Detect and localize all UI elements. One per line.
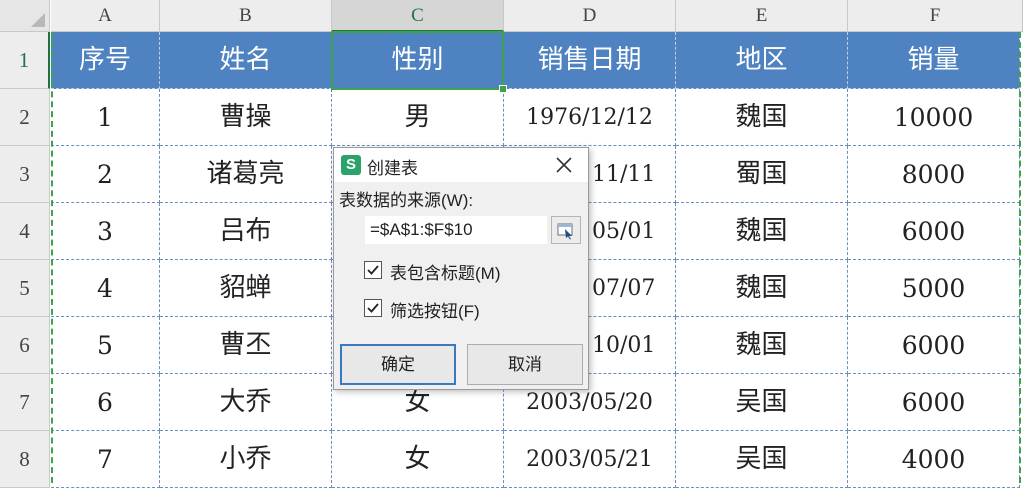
table-header-cell[interactable]: 姓名 [160,32,332,89]
range-picker-button[interactable] [551,216,581,244]
ok-button[interactable]: 确定 [340,344,456,385]
table-cell[interactable]: 女 [332,431,504,488]
table-cell[interactable]: 男 [332,89,504,146]
table-cell[interactable]: 10000 [848,89,1020,146]
table-cell[interactable]: 诸葛亮 [160,146,332,203]
table-cell[interactable]: 6000 [848,203,1020,260]
checkmark-icon [367,303,379,313]
row-header-3[interactable]: 3 [0,146,50,203]
column-header-c[interactable]: C [332,0,504,32]
cancel-button[interactable]: 取消 [467,344,583,385]
select-all-corner[interactable] [0,0,50,32]
header-row-checkbox[interactable] [364,261,382,279]
table-cell[interactable]: 5 [51,317,160,374]
table-cell[interactable]: 8000 [848,146,1020,203]
copy-marquee-left [51,32,53,483]
range-picker-icon [557,223,573,240]
column-header-f[interactable]: F [848,0,1023,32]
table-cell[interactable]: 6000 [848,317,1020,374]
table-cell[interactable]: 蜀国 [676,146,848,203]
row-header-2[interactable]: 2 [0,89,50,146]
table-cell[interactable]: 吴国 [676,431,848,488]
table-cell[interactable]: 1 [51,89,160,146]
row-header-8[interactable]: 8 [0,431,50,488]
row-header-7[interactable]: 7 [0,374,50,431]
checkmark-icon [367,265,379,275]
create-table-dialog: S 创建表 表数据的来源(W): =$A$1:$F$10 表包含标题(M) 筛选… [333,147,589,390]
table-cell[interactable]: 魏国 [676,89,848,146]
table-cell[interactable]: 3 [51,203,160,260]
table-cell[interactable]: 曹操 [160,89,332,146]
row-header-5[interactable]: 5 [0,260,50,317]
row-header-6[interactable]: 6 [0,317,50,374]
row-header-4[interactable]: 4 [0,203,50,260]
table-cell[interactable]: 6000 [848,374,1020,431]
source-range-label: 表数据的来源(W): [339,191,474,210]
table-cell[interactable]: 2 [51,146,160,203]
table-cell[interactable]: 貂蝉 [160,260,332,317]
table-cell[interactable]: 小乔 [160,431,332,488]
table-cell[interactable]: 6 [51,374,160,431]
table-cell[interactable]: 吴国 [676,374,848,431]
table-cell[interactable]: 7 [51,431,160,488]
filter-button-checkbox-label[interactable]: 筛选按钮(F) [390,297,480,322]
table-cell[interactable]: 1976/12/12 [504,89,676,146]
column-header-a[interactable]: A [51,0,160,32]
copy-marquee-right [1019,32,1021,483]
table-cell[interactable]: 5000 [848,260,1020,317]
table-cell[interactable]: 4 [51,260,160,317]
table-cell[interactable]: 曹丕 [160,317,332,374]
row-header-1[interactable]: 1 [0,32,50,89]
column-header-d[interactable]: D [504,0,676,32]
table-cell[interactable]: 吕布 [160,203,332,260]
table-cell[interactable]: 2003/05/21 [504,431,676,488]
table-cell[interactable]: 魏国 [676,203,848,260]
table-cell[interactable]: 大乔 [160,374,332,431]
select-all-triangle-icon [31,13,45,27]
fill-handle[interactable] [499,85,507,93]
table-header-cell[interactable]: 序号 [51,32,160,89]
table-cell[interactable]: 魏国 [676,260,848,317]
column-header-e[interactable]: E [676,0,848,32]
table-header-cell[interactable]: 地区 [676,32,848,89]
dialog-titlebar[interactable]: S 创建表 [334,148,588,182]
source-range-input[interactable]: =$A$1:$F$10 [365,216,547,244]
header-row-checkbox-label[interactable]: 表包含标题(M) [390,259,500,284]
table-header-cell[interactable]: 销量 [848,32,1020,89]
table-cell[interactable]: 4000 [848,431,1020,488]
wps-app-icon: S [341,155,361,175]
table-header-cell[interactable]: 性别 [332,32,504,89]
table-cell[interactable]: 魏国 [676,317,848,374]
table-header-cell[interactable]: 销售日期 [504,32,676,89]
dialog-title: 创建表 [367,159,418,178]
filter-button-checkbox[interactable] [364,299,382,317]
column-header-b[interactable]: B [160,0,332,32]
close-icon[interactable] [550,151,578,179]
